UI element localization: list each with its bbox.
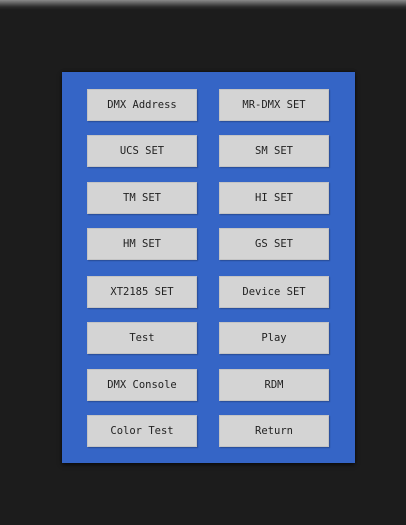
mr-dmx-set-button[interactable]: MR-DMX SET <box>219 89 329 121</box>
tm-set-button[interactable]: TM SET <box>87 182 197 214</box>
window-top-edge <box>0 0 406 10</box>
ucs-set-button[interactable]: UCS SET <box>87 135 197 167</box>
gs-set-button[interactable]: GS SET <box>219 228 329 260</box>
xt2185-set-button[interactable]: XT2185 SET <box>87 276 197 308</box>
rdm-button[interactable]: RDM <box>219 369 329 401</box>
test-button[interactable]: Test <box>87 322 197 354</box>
dmx-address-button[interactable]: DMX Address <box>87 89 197 121</box>
hm-set-button[interactable]: HM SET <box>87 228 197 260</box>
sm-set-button[interactable]: SM SET <box>219 135 329 167</box>
dmx-console-button[interactable]: DMX Console <box>87 369 197 401</box>
color-test-button[interactable]: Color Test <box>87 415 197 447</box>
play-button[interactable]: Play <box>219 322 329 354</box>
hi-set-button[interactable]: HI SET <box>219 182 329 214</box>
settings-menu-panel: DMX Address MR-DMX SET UCS SET SM SET TM… <box>62 72 355 463</box>
device-set-button[interactable]: Device SET <box>219 276 329 308</box>
return-button[interactable]: Return <box>219 415 329 447</box>
